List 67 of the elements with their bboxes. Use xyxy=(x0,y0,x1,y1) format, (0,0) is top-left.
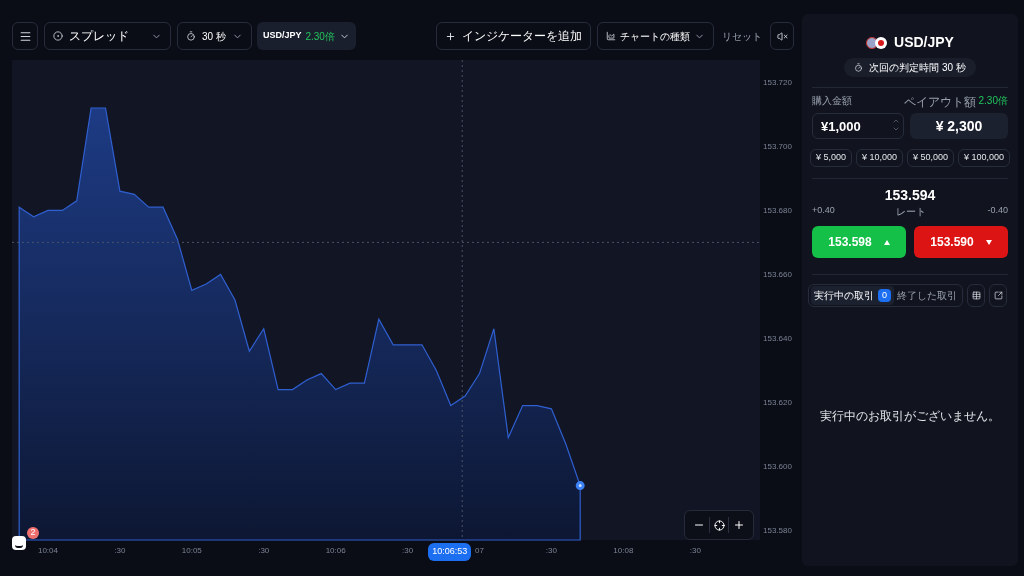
spread-dropdown[interactable]: スプレッド xyxy=(44,22,171,50)
amount-label: 購入金額 xyxy=(812,94,853,108)
x-axis-label: :30 xyxy=(258,546,270,555)
mute-icon xyxy=(776,30,788,42)
payout-label: ペイアウト額 xyxy=(904,94,977,111)
x-axis-label: 10:05 xyxy=(181,546,202,555)
preset-amount-button[interactable]: ¥ 5,000 xyxy=(810,149,853,167)
menu-icon xyxy=(18,29,32,43)
preset-amount-button[interactable]: ¥ 100,000 xyxy=(957,149,1010,167)
rate-label: レート xyxy=(896,205,927,219)
timer-icon xyxy=(854,63,864,72)
asset-dropdown[interactable]: USD/JPY 2.30倍 xyxy=(256,22,356,50)
zoom-in-icon[interactable] xyxy=(733,519,745,531)
count-badge: 0 xyxy=(878,288,891,303)
rate-change-up: +0.40 xyxy=(812,204,835,217)
chat-icon[interactable] xyxy=(12,536,26,550)
trades-tab[interactable]: 実行中の取引 0 xyxy=(811,286,894,305)
rate-value: 153.594 xyxy=(883,186,937,205)
plus-icon xyxy=(445,30,456,42)
external-view-button[interactable] xyxy=(989,284,1007,307)
table-view-button[interactable] xyxy=(967,284,985,307)
external-link-icon xyxy=(993,291,1003,300)
x-axis-label: 07 xyxy=(475,546,484,555)
asset-title: USD/JPY xyxy=(894,33,954,52)
trades-tab[interactable]: 終了した取引 xyxy=(894,286,960,305)
x-axis-label: :30 xyxy=(114,546,126,555)
y-axis-label: 153.680 xyxy=(763,206,792,216)
timer-icon xyxy=(186,31,196,41)
preset-amount-button[interactable]: ¥ 50,000 xyxy=(906,149,954,167)
y-axis-label: 153.580 xyxy=(763,526,792,536)
table-icon xyxy=(971,291,981,300)
y-axis-label: 153.620 xyxy=(763,398,792,408)
area-chart-icon xyxy=(606,31,616,41)
timeframe-dropdown[interactable]: 30 秒 xyxy=(177,22,252,50)
down-arrow-icon xyxy=(985,239,992,245)
x-axis-label: :30 xyxy=(545,546,557,555)
x-axis-label: 10:08 xyxy=(613,546,634,555)
current-price-dot xyxy=(575,481,585,491)
spread-icon xyxy=(53,31,63,41)
asset-name: USD/JPY xyxy=(262,29,302,43)
sell-button[interactable]: 153.590 xyxy=(914,226,1008,258)
menu-button[interactable] xyxy=(12,22,38,50)
x-axis-label: :30 xyxy=(402,546,414,555)
x-axis-label: 10:06 xyxy=(325,546,346,555)
chart-type-dropdown[interactable]: チャートの種類 xyxy=(597,22,714,50)
up-arrow-icon xyxy=(883,239,890,245)
mute-button[interactable] xyxy=(770,22,794,50)
recenter-icon[interactable] xyxy=(713,519,725,531)
reset-button[interactable]: リセット xyxy=(722,28,762,44)
y-axis-label: 153.660 xyxy=(763,270,792,280)
amount-input[interactable]: ¥1,000 xyxy=(812,113,904,139)
empty-trades-message: 実行中のお取引がございません。 xyxy=(819,408,1001,425)
y-axis-label: 153.600 xyxy=(763,462,792,472)
preset-amount-button[interactable]: ¥ 10,000 xyxy=(855,149,903,167)
currency-flags-icon xyxy=(866,36,889,49)
x-axis-label: :30 xyxy=(689,546,701,555)
payout-multiplier: 2.30倍 xyxy=(305,29,335,44)
add-indicator-button[interactable]: インジケーターを追加 xyxy=(436,22,591,50)
y-axis-label: 153.700 xyxy=(763,142,792,152)
rate-change-down: -0.40 xyxy=(987,204,1008,217)
expiry-text: 次回の判定時間 30 秒 xyxy=(869,61,966,75)
x-axis-label: 10:04 xyxy=(37,546,58,555)
y-axis-label: 153.640 xyxy=(763,334,792,344)
payout-amount: ¥ 2,300 xyxy=(910,113,1008,139)
y-axis-label: 153.720 xyxy=(763,78,792,88)
crosshair-time-label: 10:06:53 xyxy=(428,543,472,561)
payout-multiplier: 2.30倍 xyxy=(978,94,1008,108)
